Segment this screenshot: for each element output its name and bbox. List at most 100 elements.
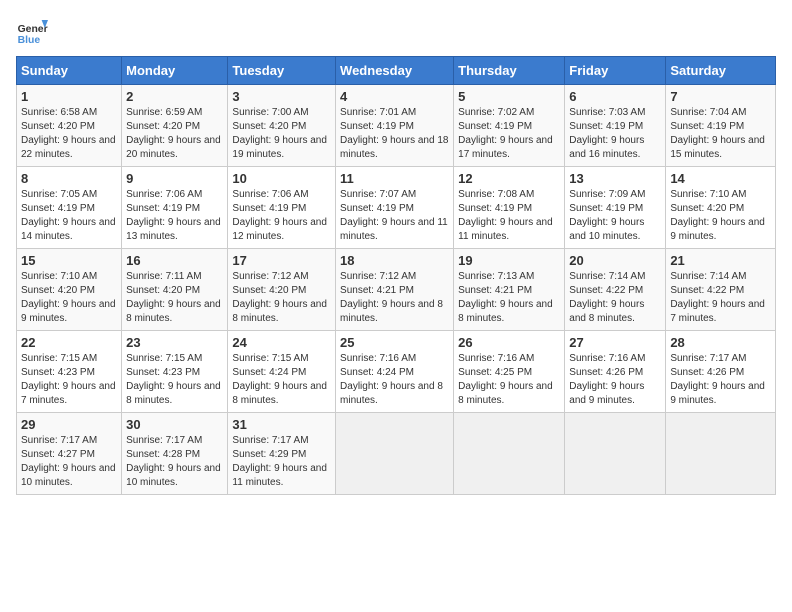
calendar-week-row: 15 Sunrise: 7:10 AM Sunset: 4:20 PM Dayl… bbox=[17, 249, 776, 331]
logo-icon: General Blue bbox=[16, 16, 48, 48]
weekday-header: Wednesday bbox=[336, 57, 454, 85]
day-number: 18 bbox=[340, 253, 449, 268]
calendar-cell: 2 Sunrise: 6:59 AM Sunset: 4:20 PM Dayli… bbox=[122, 85, 228, 167]
day-info: Sunrise: 7:03 AM Sunset: 4:19 PM Dayligh… bbox=[569, 106, 661, 162]
svg-text:General: General bbox=[18, 24, 48, 35]
calendar-cell: 21 Sunrise: 7:14 AM Sunset: 4:22 PM Dayl… bbox=[666, 249, 776, 331]
day-info: Sunrise: 6:59 AM Sunset: 4:20 PM Dayligh… bbox=[126, 106, 223, 162]
day-info: Sunrise: 7:14 AM Sunset: 4:22 PM Dayligh… bbox=[569, 270, 661, 326]
day-number: 2 bbox=[126, 89, 223, 104]
calendar-cell: 31 Sunrise: 7:17 AM Sunset: 4:29 PM Dayl… bbox=[228, 413, 336, 495]
weekday-header: Sunday bbox=[17, 57, 122, 85]
calendar-cell: 22 Sunrise: 7:15 AM Sunset: 4:23 PM Dayl… bbox=[17, 331, 122, 413]
day-number: 28 bbox=[670, 335, 771, 350]
weekday-header: Friday bbox=[565, 57, 666, 85]
calendar-cell: 12 Sunrise: 7:08 AM Sunset: 4:19 PM Dayl… bbox=[454, 167, 565, 249]
calendar-header-row: SundayMondayTuesdayWednesdayThursdayFrid… bbox=[17, 57, 776, 85]
calendar-cell: 18 Sunrise: 7:12 AM Sunset: 4:21 PM Dayl… bbox=[336, 249, 454, 331]
day-number: 31 bbox=[232, 417, 331, 432]
day-number: 22 bbox=[21, 335, 117, 350]
day-number: 13 bbox=[569, 171, 661, 186]
day-number: 23 bbox=[126, 335, 223, 350]
calendar-body: 1 Sunrise: 6:58 AM Sunset: 4:20 PM Dayli… bbox=[17, 85, 776, 495]
calendar-cell: 9 Sunrise: 7:06 AM Sunset: 4:19 PM Dayli… bbox=[122, 167, 228, 249]
day-info: Sunrise: 7:13 AM Sunset: 4:21 PM Dayligh… bbox=[458, 270, 560, 326]
day-info: Sunrise: 7:15 AM Sunset: 4:23 PM Dayligh… bbox=[126, 352, 223, 408]
day-info: Sunrise: 7:17 AM Sunset: 4:29 PM Dayligh… bbox=[232, 434, 331, 490]
calendar-cell bbox=[336, 413, 454, 495]
calendar-cell bbox=[666, 413, 776, 495]
day-number: 26 bbox=[458, 335, 560, 350]
calendar-cell: 5 Sunrise: 7:02 AM Sunset: 4:19 PM Dayli… bbox=[454, 85, 565, 167]
day-info: Sunrise: 7:07 AM Sunset: 4:19 PM Dayligh… bbox=[340, 188, 449, 244]
calendar-cell: 4 Sunrise: 7:01 AM Sunset: 4:19 PM Dayli… bbox=[336, 85, 454, 167]
day-info: Sunrise: 7:05 AM Sunset: 4:19 PM Dayligh… bbox=[21, 188, 117, 244]
calendar-cell: 14 Sunrise: 7:10 AM Sunset: 4:20 PM Dayl… bbox=[666, 167, 776, 249]
calendar-cell: 8 Sunrise: 7:05 AM Sunset: 4:19 PM Dayli… bbox=[17, 167, 122, 249]
calendar-week-row: 29 Sunrise: 7:17 AM Sunset: 4:27 PM Dayl… bbox=[17, 413, 776, 495]
calendar-cell: 27 Sunrise: 7:16 AM Sunset: 4:26 PM Dayl… bbox=[565, 331, 666, 413]
calendar-week-row: 22 Sunrise: 7:15 AM Sunset: 4:23 PM Dayl… bbox=[17, 331, 776, 413]
calendar-cell: 13 Sunrise: 7:09 AM Sunset: 4:19 PM Dayl… bbox=[565, 167, 666, 249]
day-number: 27 bbox=[569, 335, 661, 350]
day-number: 4 bbox=[340, 89, 449, 104]
day-number: 14 bbox=[670, 171, 771, 186]
calendar-table: SundayMondayTuesdayWednesdayThursdayFrid… bbox=[16, 56, 776, 495]
day-info: Sunrise: 7:17 AM Sunset: 4:28 PM Dayligh… bbox=[126, 434, 223, 490]
day-number: 24 bbox=[232, 335, 331, 350]
day-info: Sunrise: 7:16 AM Sunset: 4:24 PM Dayligh… bbox=[340, 352, 449, 408]
calendar-cell: 15 Sunrise: 7:10 AM Sunset: 4:20 PM Dayl… bbox=[17, 249, 122, 331]
calendar-cell: 16 Sunrise: 7:11 AM Sunset: 4:20 PM Dayl… bbox=[122, 249, 228, 331]
weekday-header: Monday bbox=[122, 57, 228, 85]
calendar-cell: 6 Sunrise: 7:03 AM Sunset: 4:19 PM Dayli… bbox=[565, 85, 666, 167]
day-number: 5 bbox=[458, 89, 560, 104]
day-info: Sunrise: 7:14 AM Sunset: 4:22 PM Dayligh… bbox=[670, 270, 771, 326]
day-info: Sunrise: 7:04 AM Sunset: 4:19 PM Dayligh… bbox=[670, 106, 771, 162]
calendar-cell: 29 Sunrise: 7:17 AM Sunset: 4:27 PM Dayl… bbox=[17, 413, 122, 495]
calendar-cell: 25 Sunrise: 7:16 AM Sunset: 4:24 PM Dayl… bbox=[336, 331, 454, 413]
calendar-week-row: 8 Sunrise: 7:05 AM Sunset: 4:19 PM Dayli… bbox=[17, 167, 776, 249]
day-info: Sunrise: 7:12 AM Sunset: 4:20 PM Dayligh… bbox=[232, 270, 331, 326]
calendar-cell: 23 Sunrise: 7:15 AM Sunset: 4:23 PM Dayl… bbox=[122, 331, 228, 413]
calendar-cell: 11 Sunrise: 7:07 AM Sunset: 4:19 PM Dayl… bbox=[336, 167, 454, 249]
day-number: 25 bbox=[340, 335, 449, 350]
calendar-cell: 24 Sunrise: 7:15 AM Sunset: 4:24 PM Dayl… bbox=[228, 331, 336, 413]
day-number: 15 bbox=[21, 253, 117, 268]
calendar-cell: 7 Sunrise: 7:04 AM Sunset: 4:19 PM Dayli… bbox=[666, 85, 776, 167]
logo: General Blue bbox=[16, 16, 48, 48]
day-number: 12 bbox=[458, 171, 560, 186]
day-info: Sunrise: 7:15 AM Sunset: 4:24 PM Dayligh… bbox=[232, 352, 331, 408]
day-info: Sunrise: 6:58 AM Sunset: 4:20 PM Dayligh… bbox=[21, 106, 117, 162]
calendar-cell: 3 Sunrise: 7:00 AM Sunset: 4:20 PM Dayli… bbox=[228, 85, 336, 167]
day-info: Sunrise: 7:11 AM Sunset: 4:20 PM Dayligh… bbox=[126, 270, 223, 326]
day-info: Sunrise: 7:12 AM Sunset: 4:21 PM Dayligh… bbox=[340, 270, 449, 326]
day-info: Sunrise: 7:16 AM Sunset: 4:25 PM Dayligh… bbox=[458, 352, 560, 408]
day-info: Sunrise: 7:08 AM Sunset: 4:19 PM Dayligh… bbox=[458, 188, 560, 244]
day-number: 16 bbox=[126, 253, 223, 268]
day-number: 20 bbox=[569, 253, 661, 268]
weekday-header: Thursday bbox=[454, 57, 565, 85]
page-header: General Blue bbox=[16, 16, 776, 48]
day-number: 9 bbox=[126, 171, 223, 186]
day-info: Sunrise: 7:01 AM Sunset: 4:19 PM Dayligh… bbox=[340, 106, 449, 162]
day-number: 19 bbox=[458, 253, 560, 268]
calendar-cell: 28 Sunrise: 7:17 AM Sunset: 4:26 PM Dayl… bbox=[666, 331, 776, 413]
day-info: Sunrise: 7:10 AM Sunset: 4:20 PM Dayligh… bbox=[21, 270, 117, 326]
day-number: 17 bbox=[232, 253, 331, 268]
calendar-week-row: 1 Sunrise: 6:58 AM Sunset: 4:20 PM Dayli… bbox=[17, 85, 776, 167]
day-info: Sunrise: 7:16 AM Sunset: 4:26 PM Dayligh… bbox=[569, 352, 661, 408]
calendar-cell: 26 Sunrise: 7:16 AM Sunset: 4:25 PM Dayl… bbox=[454, 331, 565, 413]
weekday-header: Saturday bbox=[666, 57, 776, 85]
day-number: 6 bbox=[569, 89, 661, 104]
day-number: 10 bbox=[232, 171, 331, 186]
day-number: 3 bbox=[232, 89, 331, 104]
day-number: 29 bbox=[21, 417, 117, 432]
day-info: Sunrise: 7:09 AM Sunset: 4:19 PM Dayligh… bbox=[569, 188, 661, 244]
calendar-cell: 30 Sunrise: 7:17 AM Sunset: 4:28 PM Dayl… bbox=[122, 413, 228, 495]
calendar-cell: 1 Sunrise: 6:58 AM Sunset: 4:20 PM Dayli… bbox=[17, 85, 122, 167]
day-number: 8 bbox=[21, 171, 117, 186]
day-number: 1 bbox=[21, 89, 117, 104]
day-info: Sunrise: 7:06 AM Sunset: 4:19 PM Dayligh… bbox=[232, 188, 331, 244]
day-number: 7 bbox=[670, 89, 771, 104]
day-info: Sunrise: 7:02 AM Sunset: 4:19 PM Dayligh… bbox=[458, 106, 560, 162]
